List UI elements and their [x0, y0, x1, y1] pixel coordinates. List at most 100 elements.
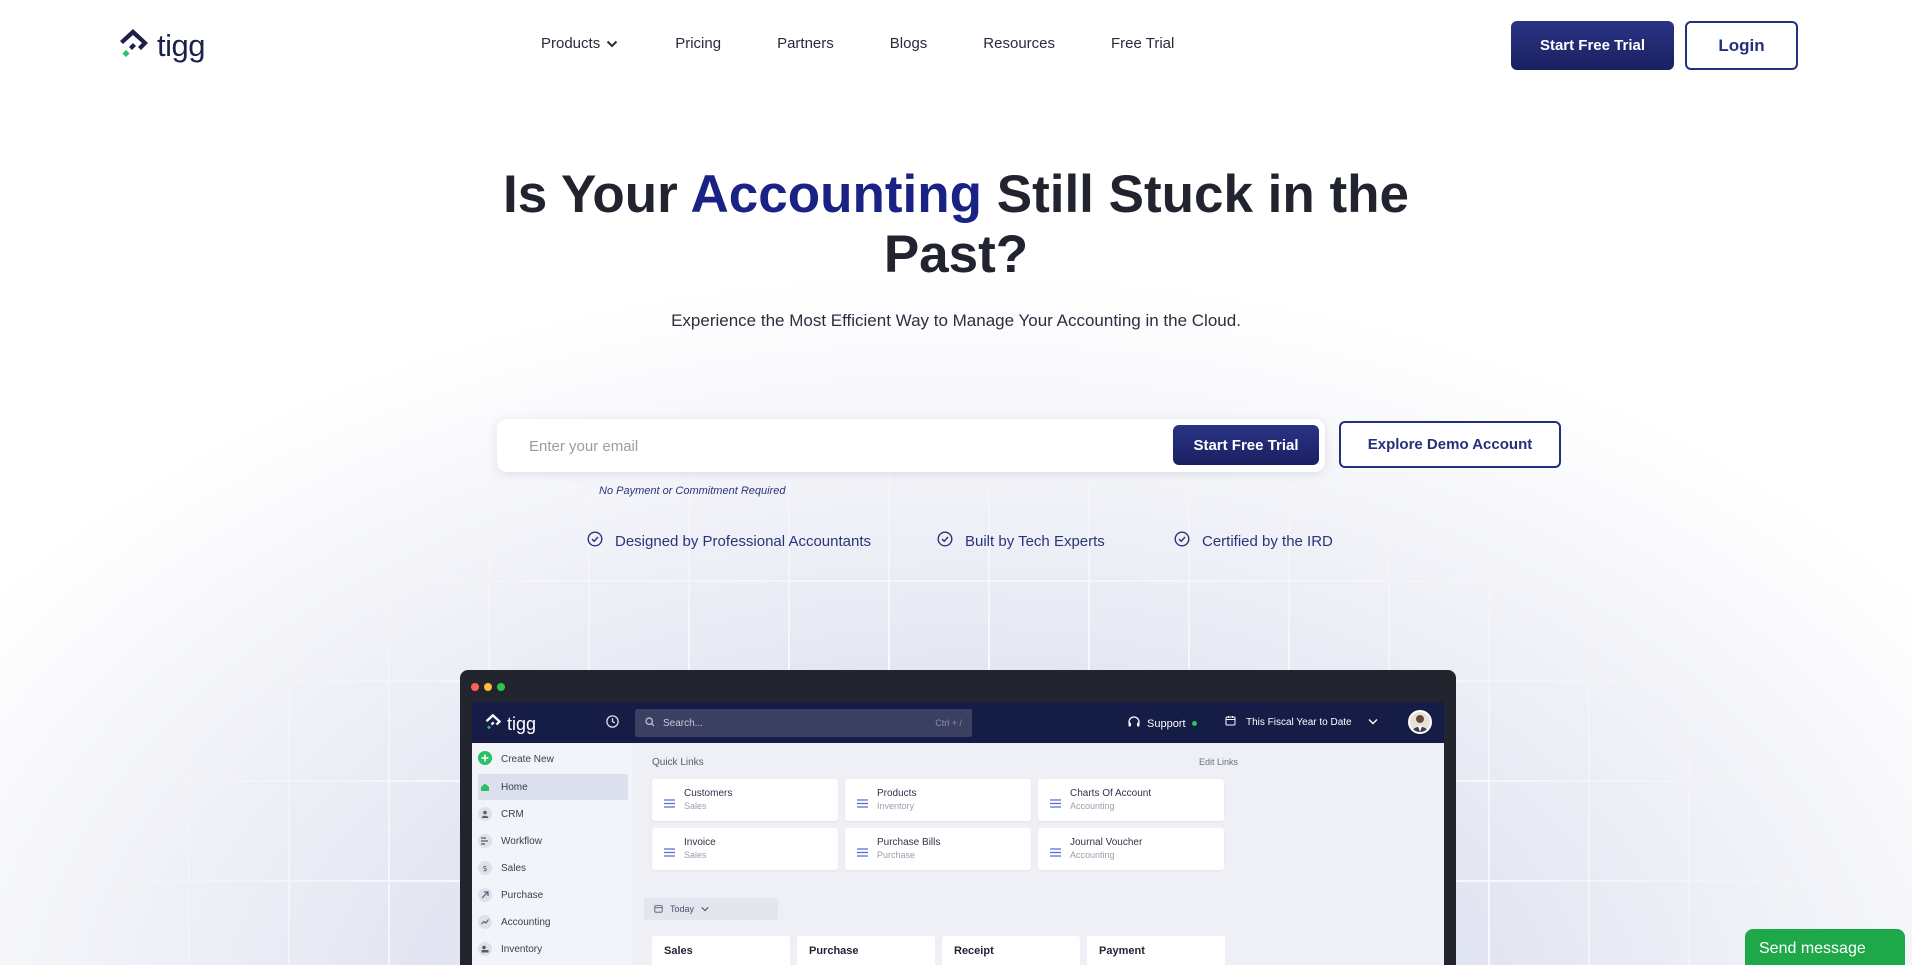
- nav-blogs[interactable]: Blogs: [890, 35, 928, 52]
- app-preview-window: tigg Search... Ctrl + / Support This Fis…: [460, 670, 1456, 965]
- sidebar-item-label: Accounting: [501, 916, 551, 928]
- quick-link-card[interactable]: Purchase Bills Purchase: [845, 828, 1031, 870]
- workflow-icon: [478, 834, 492, 848]
- sidebar-item-label: CRM: [501, 808, 524, 820]
- list-icon: [857, 795, 868, 813]
- fiscal-period-selector[interactable]: This Fiscal Year to Date: [1225, 715, 1378, 729]
- app-search-placeholder: Search...: [663, 717, 704, 729]
- quick-link-card[interactable]: Customers Sales: [652, 779, 838, 821]
- quick-link-card[interactable]: Products Inventory: [845, 779, 1031, 821]
- app-topbar: tigg Search... Ctrl + / Support This Fis…: [472, 702, 1444, 743]
- nav-partners[interactable]: Partners: [777, 35, 834, 52]
- nav-free-trial[interactable]: Free Trial: [1111, 35, 1174, 52]
- sidebar-item-workflow[interactable]: Workflow: [478, 828, 628, 854]
- nav-products-label: Products: [541, 35, 601, 52]
- nav-resources[interactable]: Resources: [983, 35, 1055, 52]
- quick-link-card[interactable]: Charts Of Account Accounting: [1038, 779, 1224, 821]
- email-signup-form: Start Free Trial: [497, 419, 1325, 472]
- list-icon: [1050, 844, 1061, 862]
- window-controls: [471, 683, 505, 691]
- quick-link-module: Sales: [684, 850, 707, 860]
- app-search-bar[interactable]: Search... Ctrl + /: [635, 709, 972, 737]
- hero-title-accent: Accounting: [690, 165, 982, 224]
- sidebar-item-home[interactable]: Home: [478, 774, 628, 800]
- feature-label: Certified by the IRD: [1202, 532, 1333, 550]
- sidebar-item-purchase[interactable]: Purchase: [478, 882, 628, 908]
- feature-item: Built by Tech Experts: [937, 531, 1105, 551]
- search-icon: [645, 714, 655, 732]
- purchase-icon: [478, 888, 492, 902]
- header-start-trial-button[interactable]: Start Free Trial: [1511, 21, 1674, 70]
- sidebar-item-crm[interactable]: CRM: [478, 801, 628, 827]
- sidebar-item-label: Inventory: [501, 943, 543, 955]
- quick-link-module: Purchase: [877, 850, 916, 860]
- sidebar-item-accounting[interactable]: Accounting: [478, 909, 628, 935]
- list-icon: [664, 844, 675, 862]
- tigg-logo-icon: [117, 26, 153, 65]
- quick-link-card[interactable]: Invoice Sales: [652, 828, 838, 870]
- quick-link-name: Invoice: [684, 837, 716, 848]
- svg-text:$: $: [483, 864, 488, 872]
- sidebar-item-create-new[interactable]: Create New: [478, 746, 628, 772]
- quick-link-module: Inventory: [877, 801, 915, 811]
- support-button[interactable]: Support: [1127, 715, 1197, 732]
- chevron-down-icon: [1368, 717, 1378, 728]
- fiscal-period-label: This Fiscal Year to Date: [1246, 716, 1352, 728]
- history-icon[interactable]: [605, 714, 620, 734]
- quick-link-name: Journal Voucher: [1070, 837, 1143, 848]
- nav-pricing[interactable]: Pricing: [675, 35, 721, 52]
- quick-link-name: Customers: [684, 788, 733, 799]
- home-icon: [478, 780, 492, 794]
- brand-logo[interactable]: tigg: [117, 26, 205, 65]
- calendar-icon: [654, 904, 663, 915]
- hero-title: Is Your Accounting Still Stuck in the Pa…: [456, 165, 1456, 285]
- quick-link-card[interactable]: Journal Voucher Accounting: [1038, 828, 1224, 870]
- summary-card-title: Receipt: [954, 945, 994, 957]
- email-input[interactable]: [529, 433, 1129, 459]
- nav-blogs-label: Blogs: [889, 35, 928, 52]
- nav-resources-label: Resources: [983, 35, 1055, 52]
- hero-subtitle: Experience the Most Efficient Way to Man…: [671, 311, 1241, 330]
- edit-links-button[interactable]: Edit Links: [1199, 757, 1238, 767]
- app-search-shortcut: Ctrl + /: [935, 718, 962, 728]
- sidebar-item-sales[interactable]: $ Sales: [478, 855, 628, 881]
- chart-line-icon: [478, 915, 492, 929]
- login-button[interactable]: Login: [1685, 21, 1798, 70]
- sidebar-item-label: Sales: [501, 862, 527, 874]
- quick-link-name: Products: [877, 788, 917, 799]
- minimize-dot-icon: [484, 683, 492, 691]
- app-sidebar: Create New Home CRM Workflow $ Sales Pur…: [472, 743, 632, 965]
- feature-list: Designed by Professional Accountants Bui…: [0, 531, 1912, 553]
- user-avatar[interactable]: [1408, 710, 1432, 734]
- maximize-dot-icon: [497, 683, 505, 691]
- sidebar-item-label: Home: [501, 781, 528, 793]
- feature-item: Designed by Professional Accountants: [587, 531, 871, 551]
- inventory-icon: [478, 942, 492, 956]
- explore-demo-button[interactable]: Explore Demo Account: [1339, 421, 1561, 468]
- check-circle-icon: [1174, 531, 1190, 551]
- summary-card-sales[interactable]: Sales: [652, 936, 790, 965]
- summary-card-purchase[interactable]: Purchase: [797, 936, 935, 965]
- user-icon: [478, 807, 492, 821]
- nav-free-trial-label: Free Trial: [1111, 35, 1175, 52]
- close-dot-icon: [471, 683, 479, 691]
- date-filter-dropdown[interactable]: Today: [644, 898, 778, 920]
- send-message-chat-button[interactable]: Send message: [1745, 929, 1905, 965]
- site-header: tigg Products Pricing Partners Blogs Res…: [0, 0, 1912, 90]
- sidebar-item-inventory[interactable]: Inventory: [478, 936, 628, 962]
- summary-card-title: Sales: [664, 945, 693, 957]
- email-start-trial-button[interactable]: Start Free Trial: [1173, 425, 1319, 465]
- chevron-down-icon: [606, 35, 618, 52]
- logo-text: tigg: [157, 27, 205, 63]
- summary-card-payment[interactable]: Payment: [1087, 936, 1225, 965]
- summary-card-receipt[interactable]: Receipt: [942, 936, 1080, 965]
- sidebar-item-label: Purchase: [501, 889, 544, 901]
- feature-label: Designed by Professional Accountants: [615, 532, 871, 550]
- app-logo-text: tigg: [507, 713, 537, 734]
- nav-products[interactable]: Products: [541, 35, 618, 52]
- tigg-logo-icon: [484, 712, 504, 736]
- no-payment-note: No Payment or Commitment Required: [599, 485, 786, 497]
- headset-icon: [1127, 715, 1141, 732]
- list-icon: [1050, 795, 1061, 813]
- support-label: Support: [1147, 717, 1186, 730]
